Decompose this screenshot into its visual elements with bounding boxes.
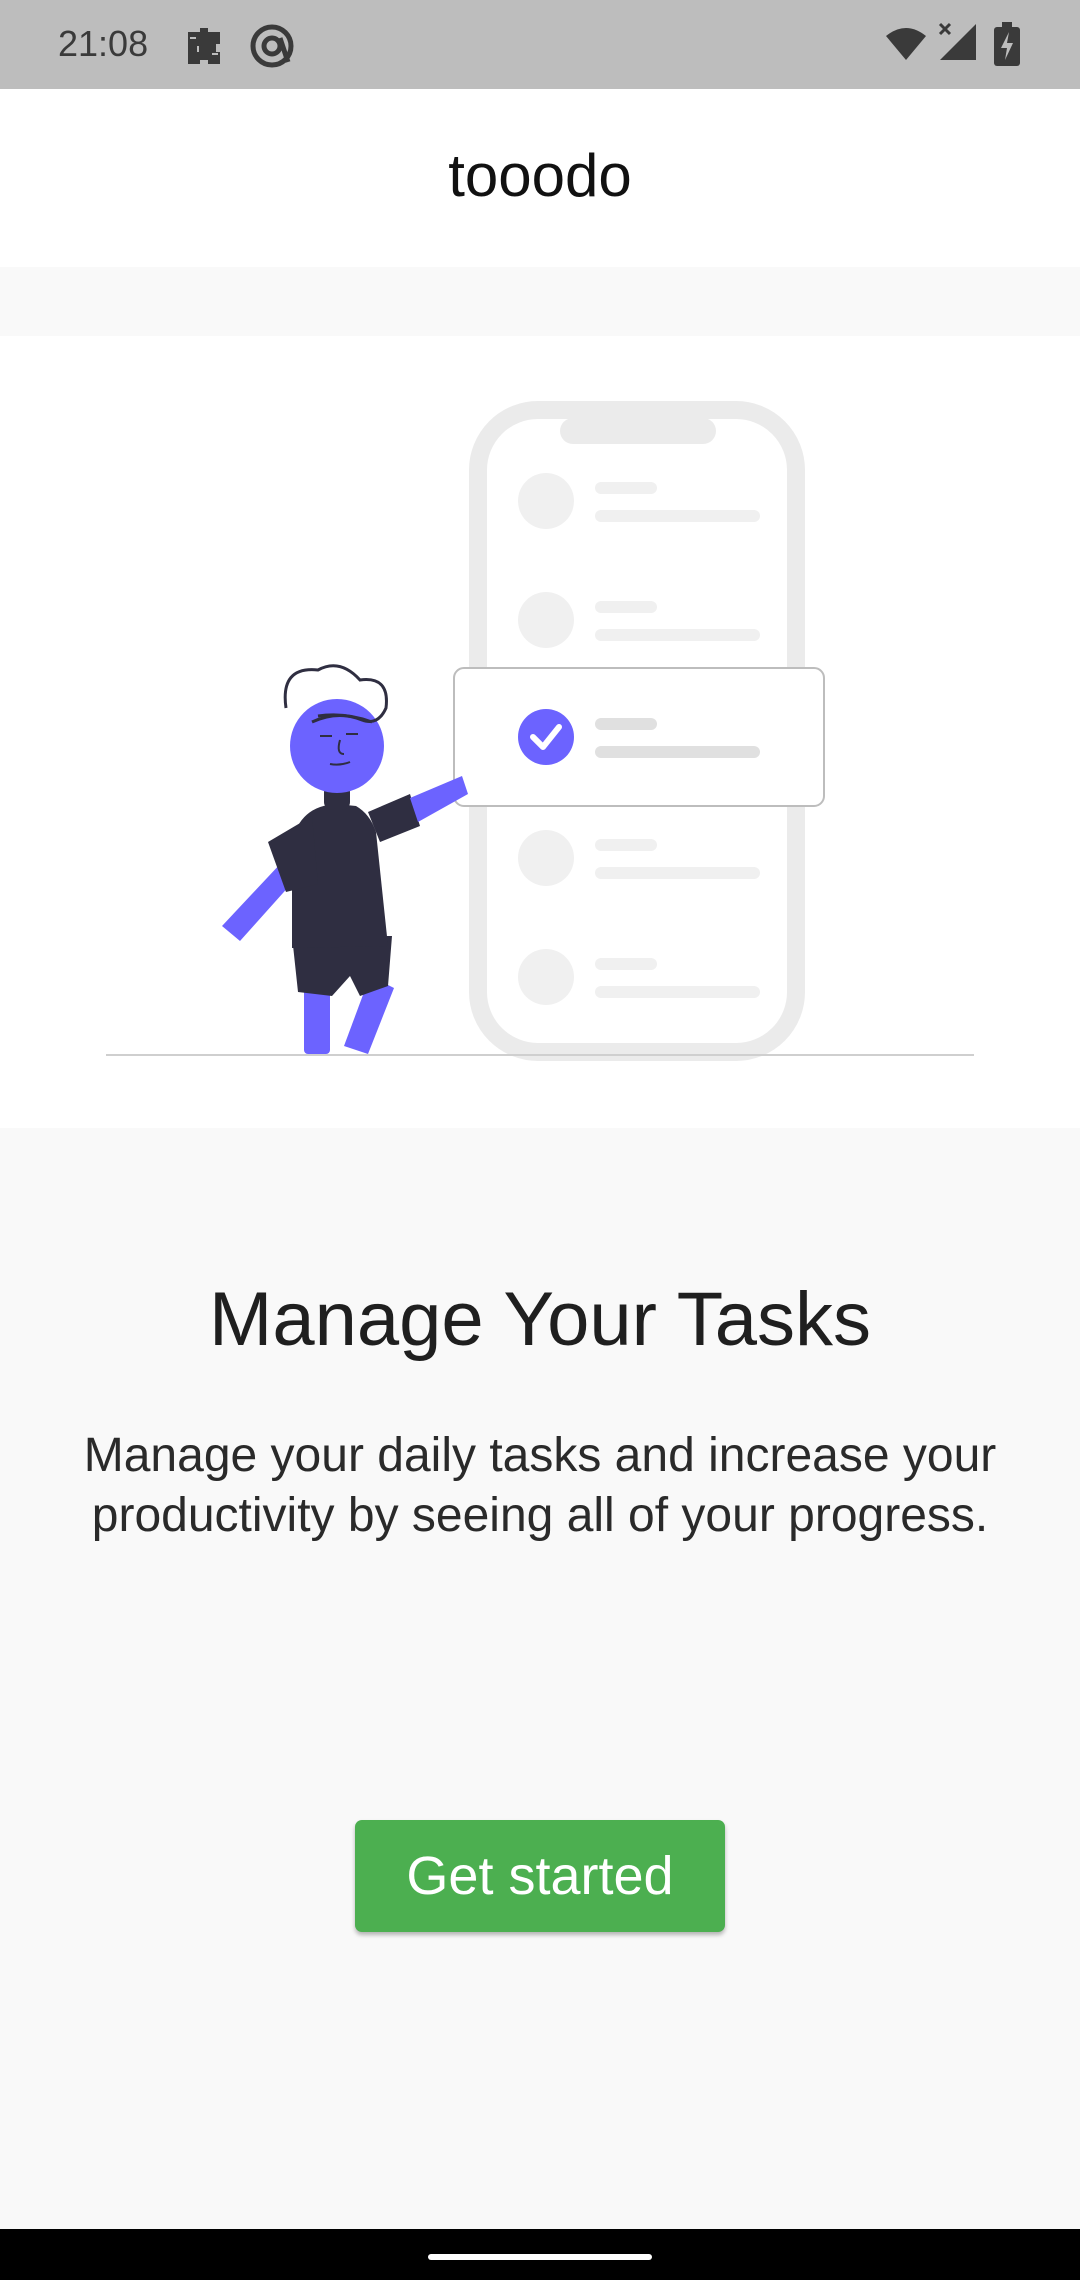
task-illustration-graphic [106,401,974,1061]
person-figure [222,664,468,1054]
status-bar: 21:08 [0,0,1080,89]
app-bar: tooodo [0,89,1080,267]
wifi-icon [886,28,926,60]
get-started-button[interactable]: Get started [355,1820,725,1932]
home-gesture-handle[interactable] [428,2254,652,2260]
check-circle-icon [518,709,574,765]
status-time: 21:08 [58,23,149,64]
onboarding-illustration [0,336,1080,1128]
completed-task-card [453,667,825,807]
app-title: tooodo [448,142,632,209]
phone-notch [560,418,716,444]
battery-charging-icon [994,22,1020,66]
onboarding-description: Manage your daily tasks and increase you… [83,1429,997,1542]
signal-icon [938,22,976,60]
onboarding-headline: Manage Your Tasks [209,1277,871,1362]
puzzle-icon [188,28,220,64]
system-navigation-bar [0,2229,1080,2280]
phone-side-button [794,560,802,632]
onboarding-screen: 21:08 tooodo Manage Your Tasks Manage yo… [0,0,1080,2280]
no-disturb-icon [250,24,294,68]
